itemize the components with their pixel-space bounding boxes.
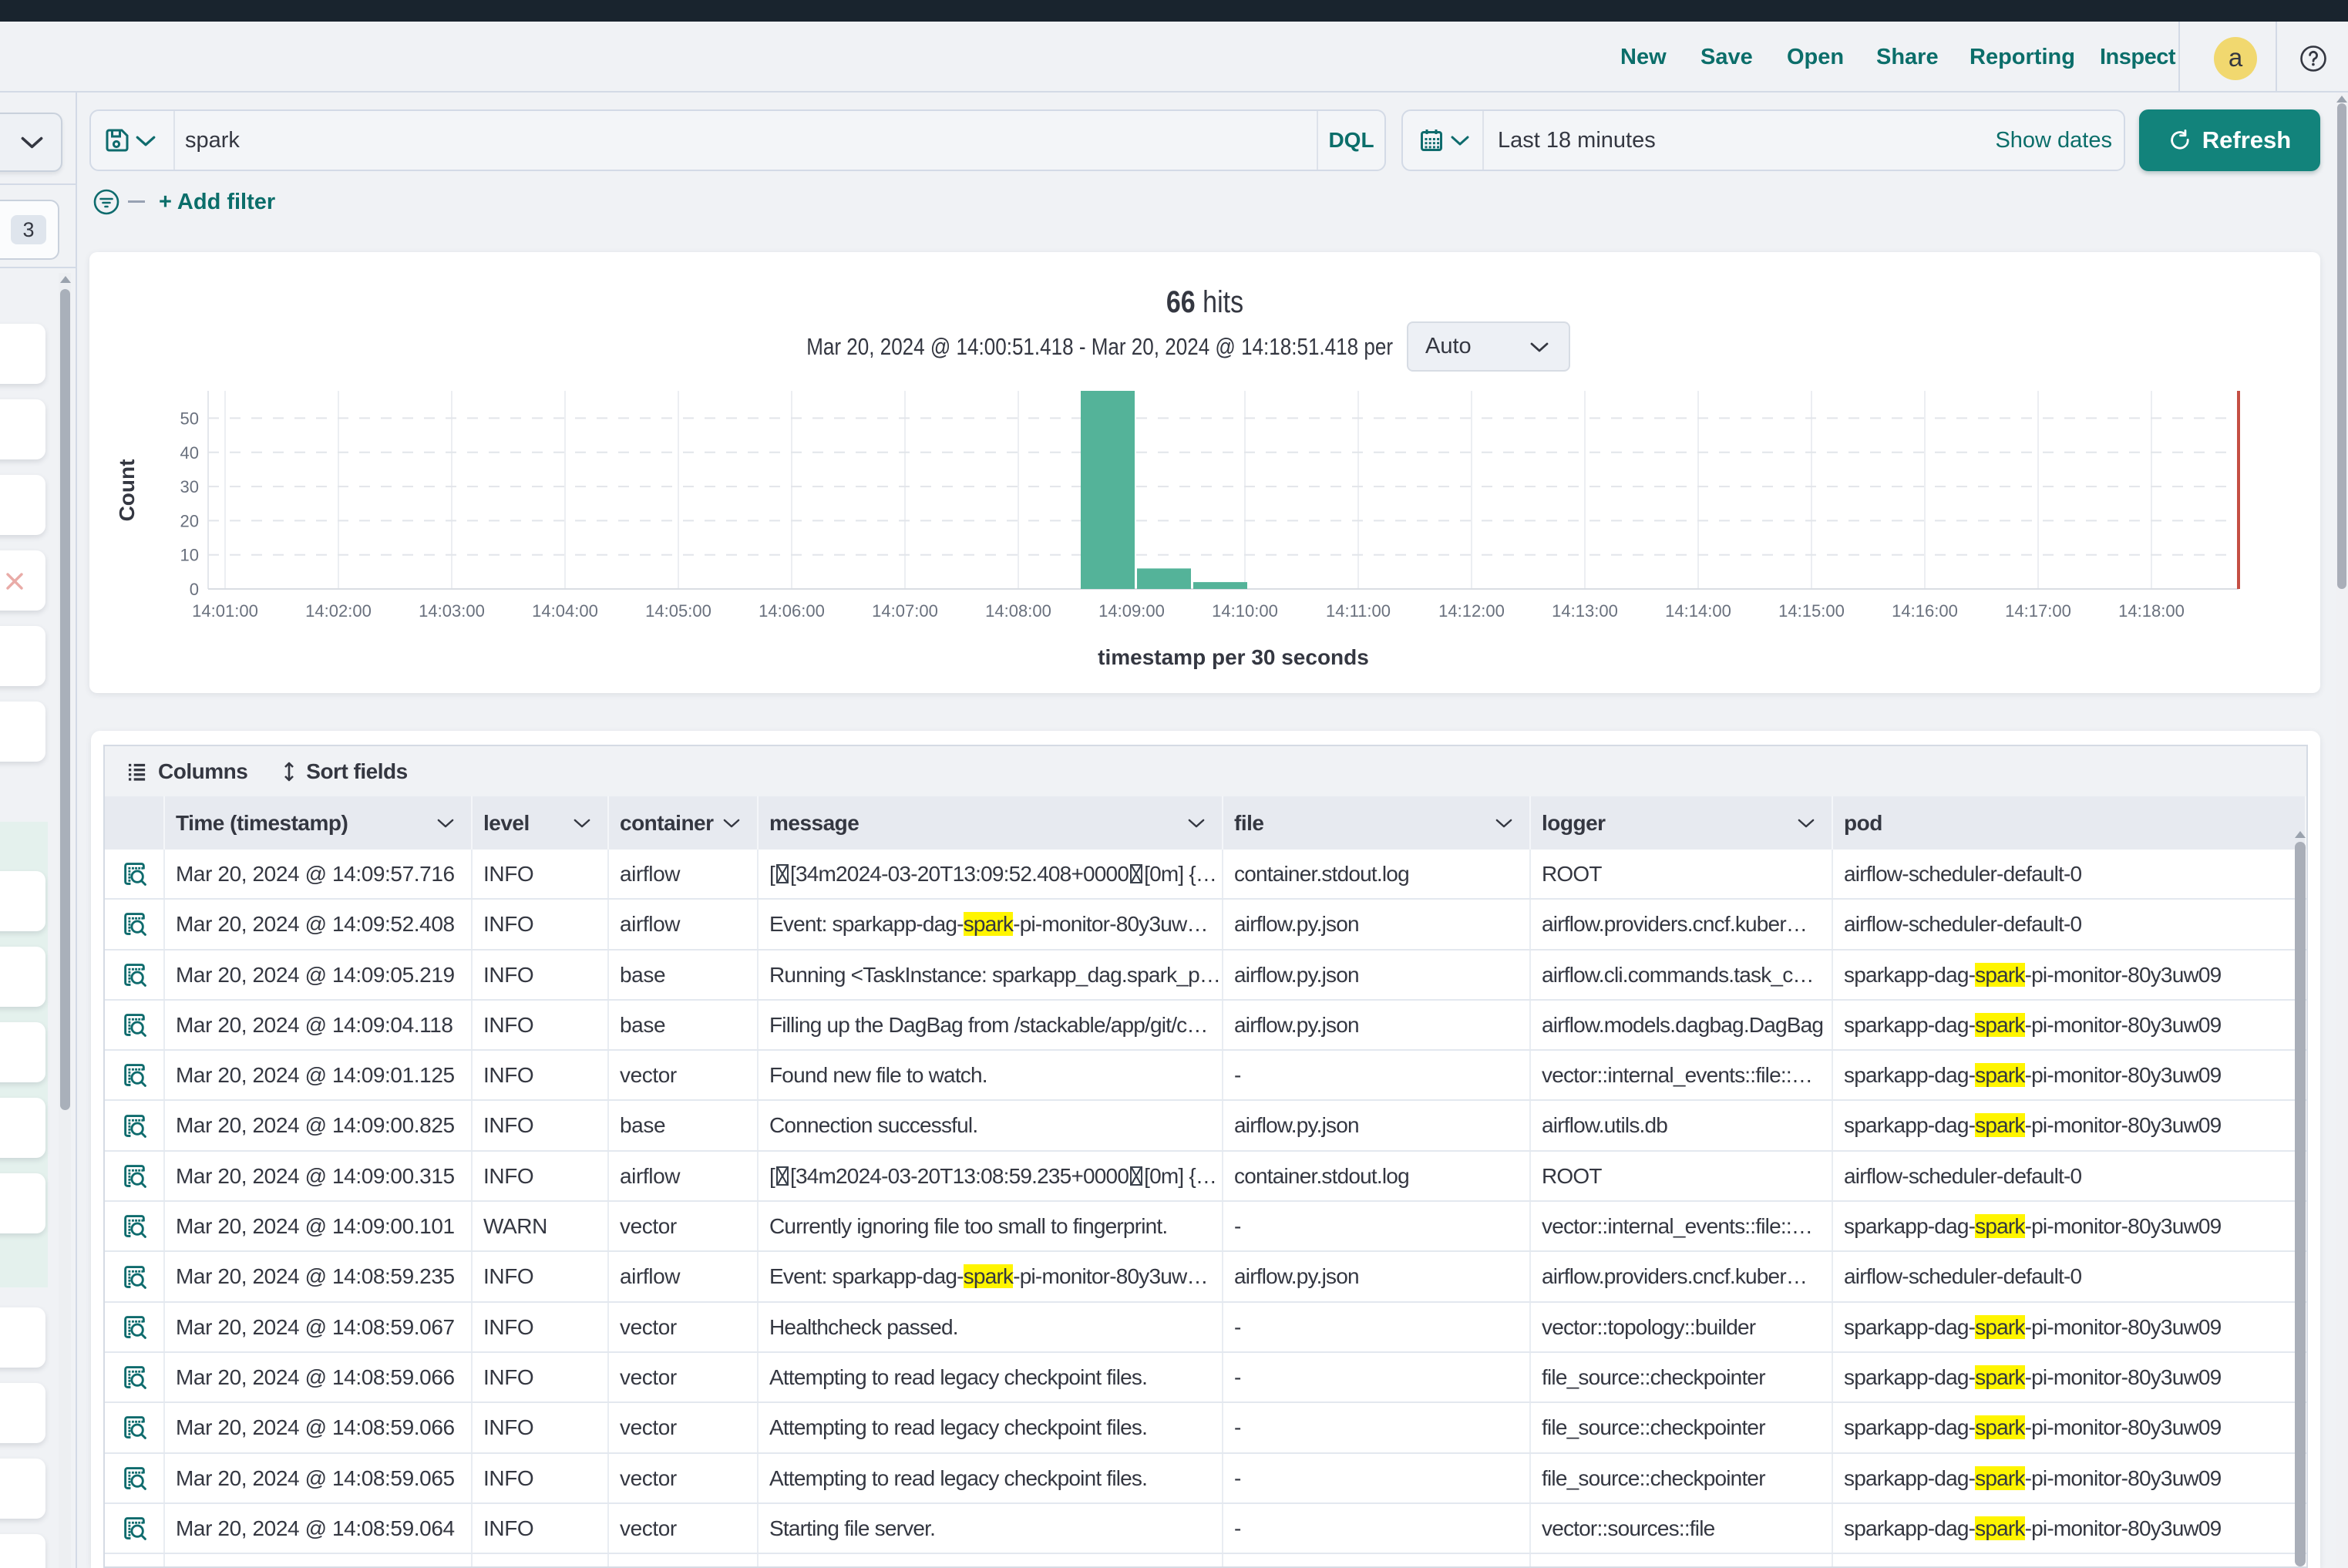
svg-text:14:03:00: 14:03:00: [419, 601, 485, 621]
svg-text:10: 10: [180, 546, 199, 565]
svg-text:14:09:00: 14:09:00: [1098, 601, 1165, 621]
svg-text:40: 40: [180, 443, 199, 463]
svg-text:14:08:00: 14:08:00: [985, 601, 1051, 621]
svg-text:14:01:00: 14:01:00: [192, 601, 258, 621]
svg-text:14:04:00: 14:04:00: [532, 601, 598, 621]
svg-text:14:07:00: 14:07:00: [872, 601, 938, 621]
svg-text:14:15:00: 14:15:00: [1778, 601, 1845, 621]
svg-text:0: 0: [190, 580, 199, 599]
svg-text:14:05:00: 14:05:00: [645, 601, 711, 621]
svg-text:14:10:00: 14:10:00: [1212, 601, 1278, 621]
svg-text:50: 50: [180, 409, 199, 428]
svg-text:14:14:00: 14:14:00: [1665, 601, 1731, 621]
svg-text:14:06:00: 14:06:00: [759, 601, 825, 621]
svg-text:20: 20: [180, 511, 199, 530]
svg-text:14:18:00: 14:18:00: [2118, 601, 2185, 621]
svg-text:14:02:00: 14:02:00: [305, 601, 372, 621]
svg-text:Count: Count: [115, 459, 139, 522]
svg-text:14:17:00: 14:17:00: [2005, 601, 2071, 621]
svg-text:14:16:00: 14:16:00: [1892, 601, 1958, 621]
svg-text:14:11:00: 14:11:00: [1326, 601, 1391, 621]
svg-text:14:13:00: 14:13:00: [1552, 601, 1618, 621]
svg-text:14:12:00: 14:12:00: [1438, 601, 1505, 621]
svg-text:30: 30: [180, 477, 199, 496]
svg-text:timestamp per 30 seconds: timestamp per 30 seconds: [1098, 645, 1369, 669]
